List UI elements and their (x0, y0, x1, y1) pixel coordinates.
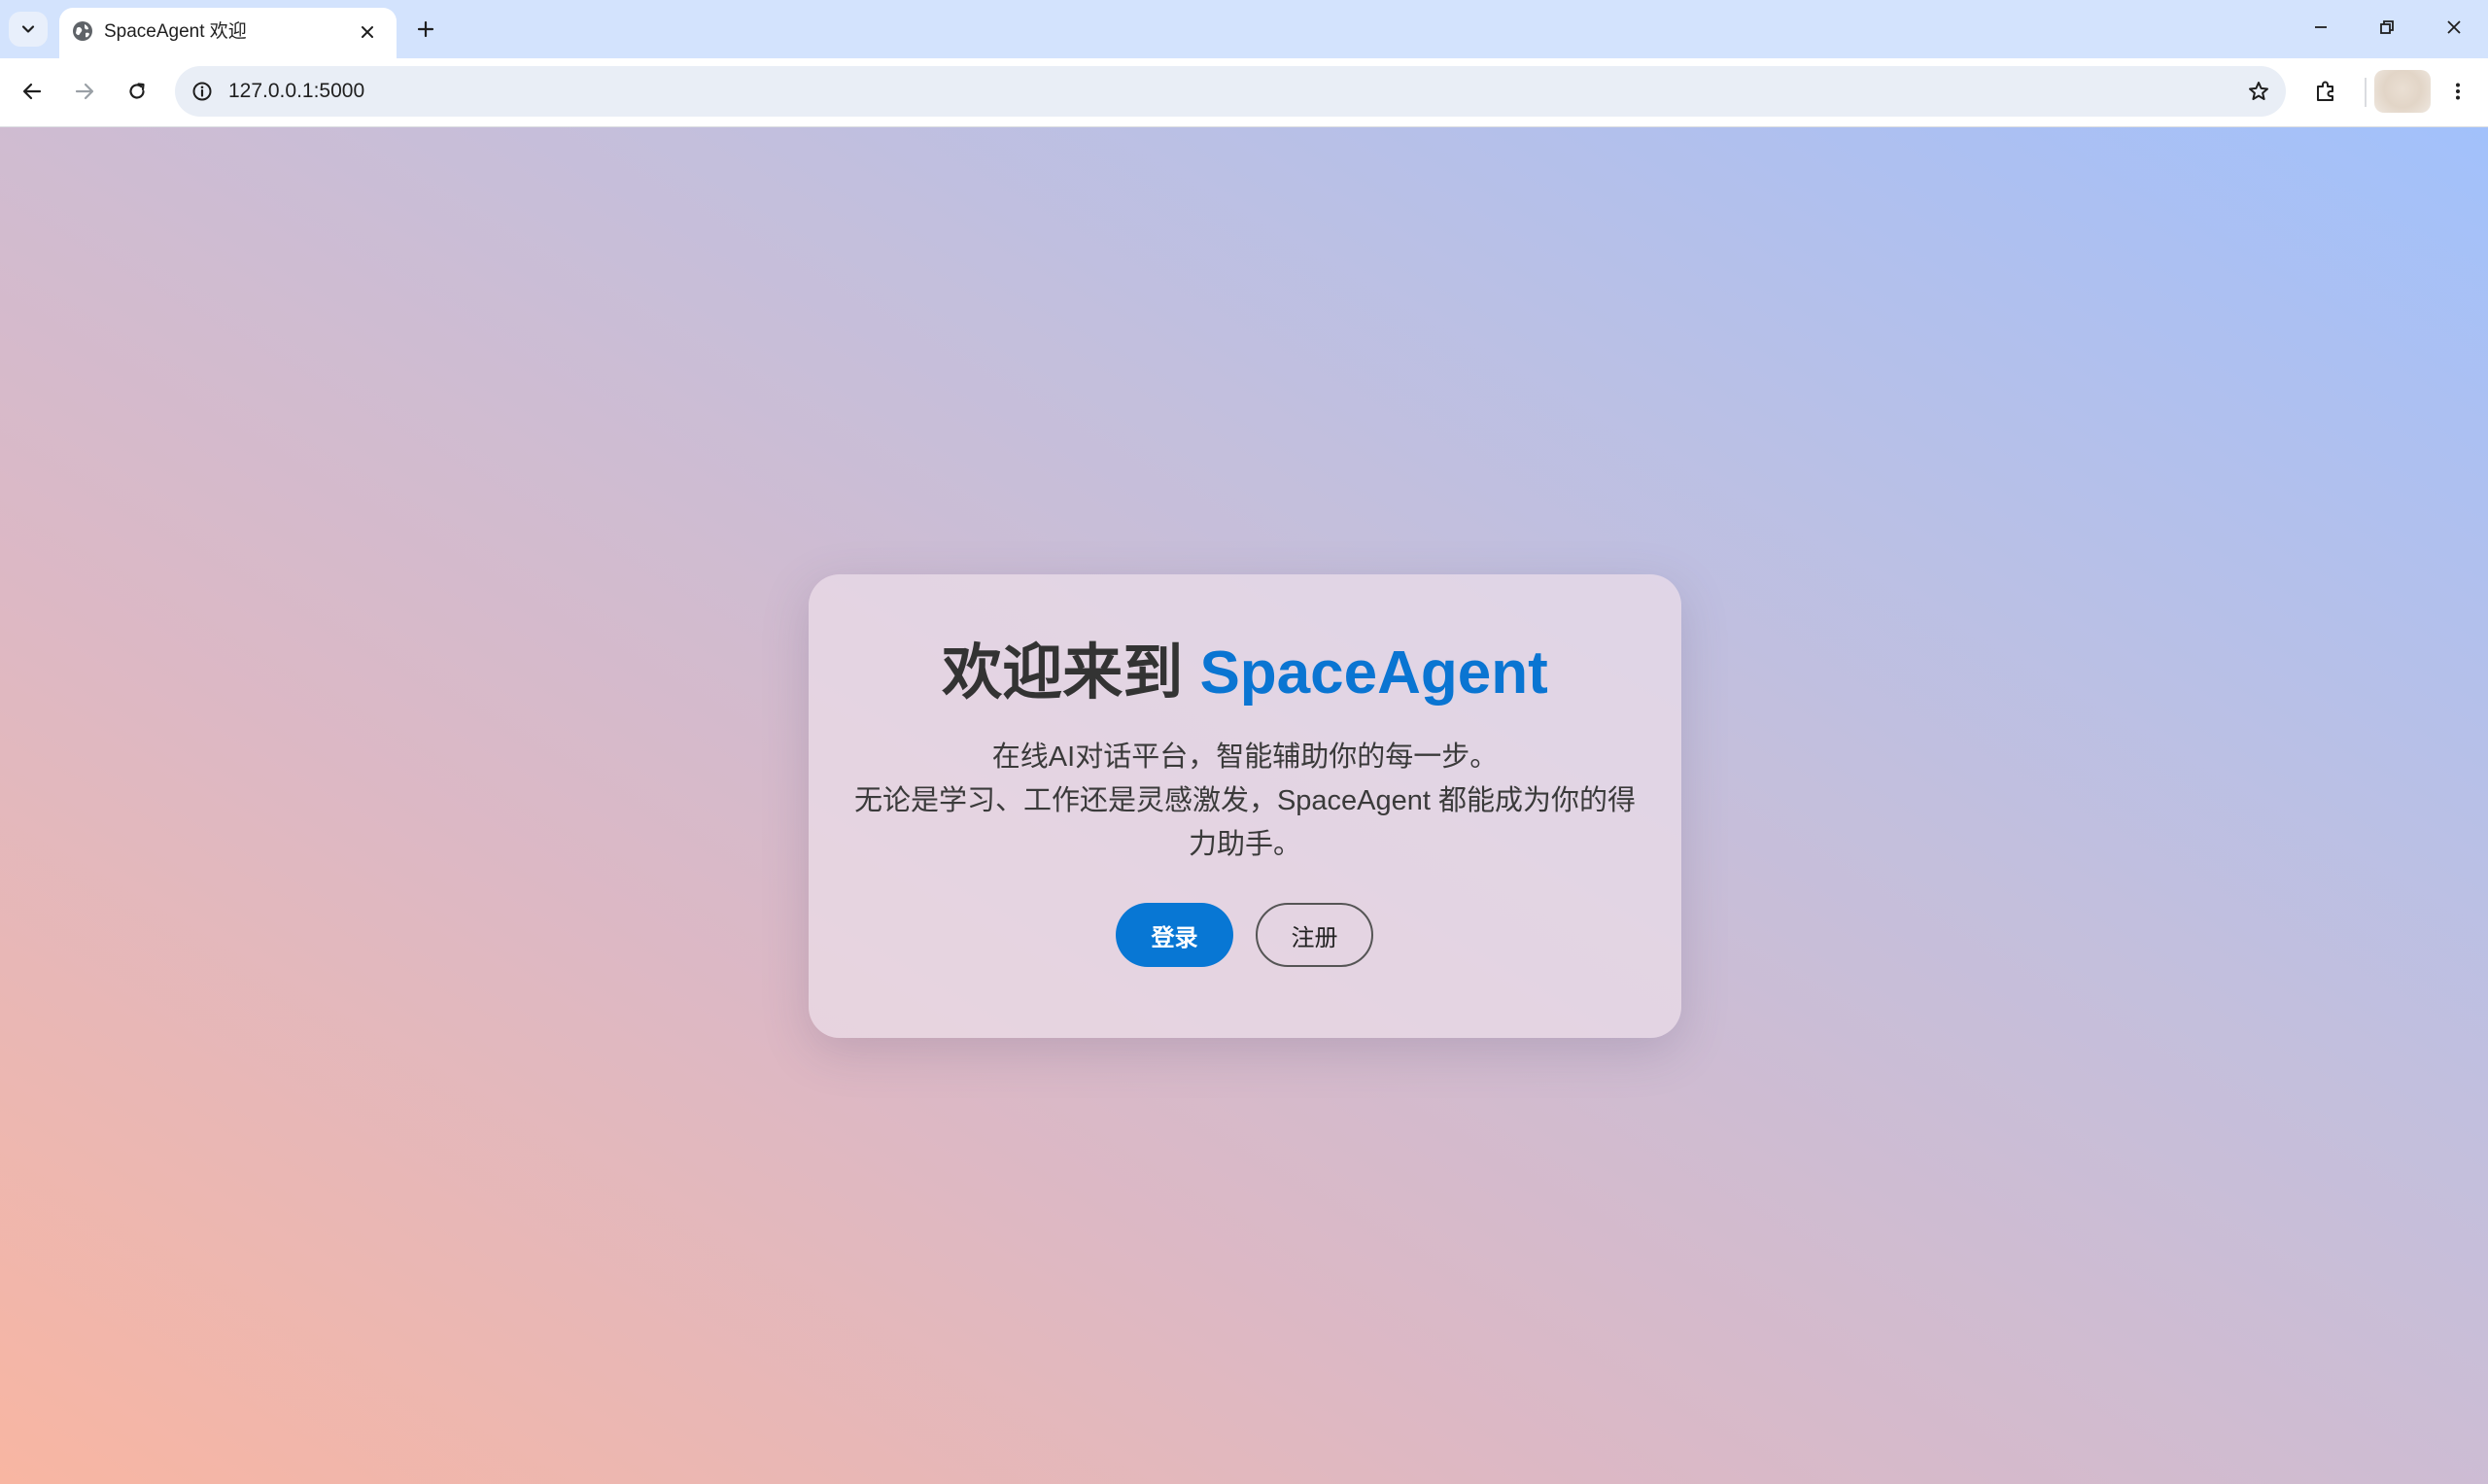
reload-button[interactable] (118, 72, 156, 111)
minimize-button[interactable] (2295, 8, 2347, 47)
extensions-button[interactable] (2306, 72, 2345, 111)
restore-icon (2380, 20, 2394, 34)
address-bar[interactable]: 127.0.0.1:5000 (175, 66, 2286, 117)
profile-avatar[interactable] (2374, 70, 2431, 113)
globe-icon (73, 21, 92, 41)
puzzle-icon (2317, 81, 2333, 101)
toolbar-separator (2365, 78, 2367, 107)
browser-toolbar: 127.0.0.1:5000 (0, 58, 2488, 127)
arrow-right-icon (75, 83, 94, 100)
page-background: 欢迎来到 SpaceAgent 在线AI对话平台，智能辅助你的每一步。 无论是学… (0, 127, 2488, 1484)
address-url[interactable]: 127.0.0.1:5000 (228, 79, 364, 104)
plus-icon (417, 20, 434, 38)
title-prefix: 欢迎来到 (942, 639, 1200, 707)
browser-tabstrip: SpaceAgent 欢迎 (0, 0, 2488, 58)
tab-search-button[interactable] (9, 12, 48, 47)
description-line-1: 在线AI对话平台，智能辅助你的每一步。 (991, 742, 1499, 773)
tab-close-button[interactable] (354, 18, 381, 46)
brand-name: SpaceAgent (1199, 639, 1548, 707)
close-icon (362, 26, 373, 38)
chevron-down-icon (21, 25, 35, 33)
star-icon (2249, 82, 2268, 100)
new-tab-button[interactable] (408, 12, 443, 47)
browser-tab-active[interactable]: SpaceAgent 欢迎 (59, 8, 397, 58)
welcome-card: 欢迎来到 SpaceAgent 在线AI对话平台，智能辅助你的每一步。 无论是学… (809, 574, 1681, 1038)
reload-icon (129, 83, 145, 99)
more-vertical-icon (2456, 83, 2460, 100)
forward-button[interactable] (65, 72, 104, 111)
description-line-2: 无论是学习、工作还是灵感激发，SpaceAgent 都能成为你的得力助手。 (853, 785, 1637, 860)
restore-button[interactable] (2361, 8, 2413, 47)
tab-title: SpaceAgent 欢迎 (104, 21, 247, 42)
back-button[interactable] (13, 72, 52, 111)
bookmark-button[interactable] (2243, 76, 2274, 107)
close-icon (2447, 20, 2461, 34)
browser-menu-button[interactable] (2438, 72, 2477, 111)
arrow-left-icon (22, 83, 42, 100)
register-button[interactable]: 注册 (1256, 903, 1373, 967)
page-title: 欢迎来到 SpaceAgent (809, 635, 1681, 712)
site-info-button[interactable] (187, 76, 218, 107)
minimize-icon (2315, 26, 2327, 28)
welcome-description: 在线AI对话平台，智能辅助你的每一步。 无论是学习、工作还是灵感激发，Space… (847, 736, 1642, 867)
info-icon (192, 82, 212, 101)
login-button[interactable]: 登录 (1116, 903, 1233, 967)
close-window-button[interactable] (2428, 8, 2480, 47)
